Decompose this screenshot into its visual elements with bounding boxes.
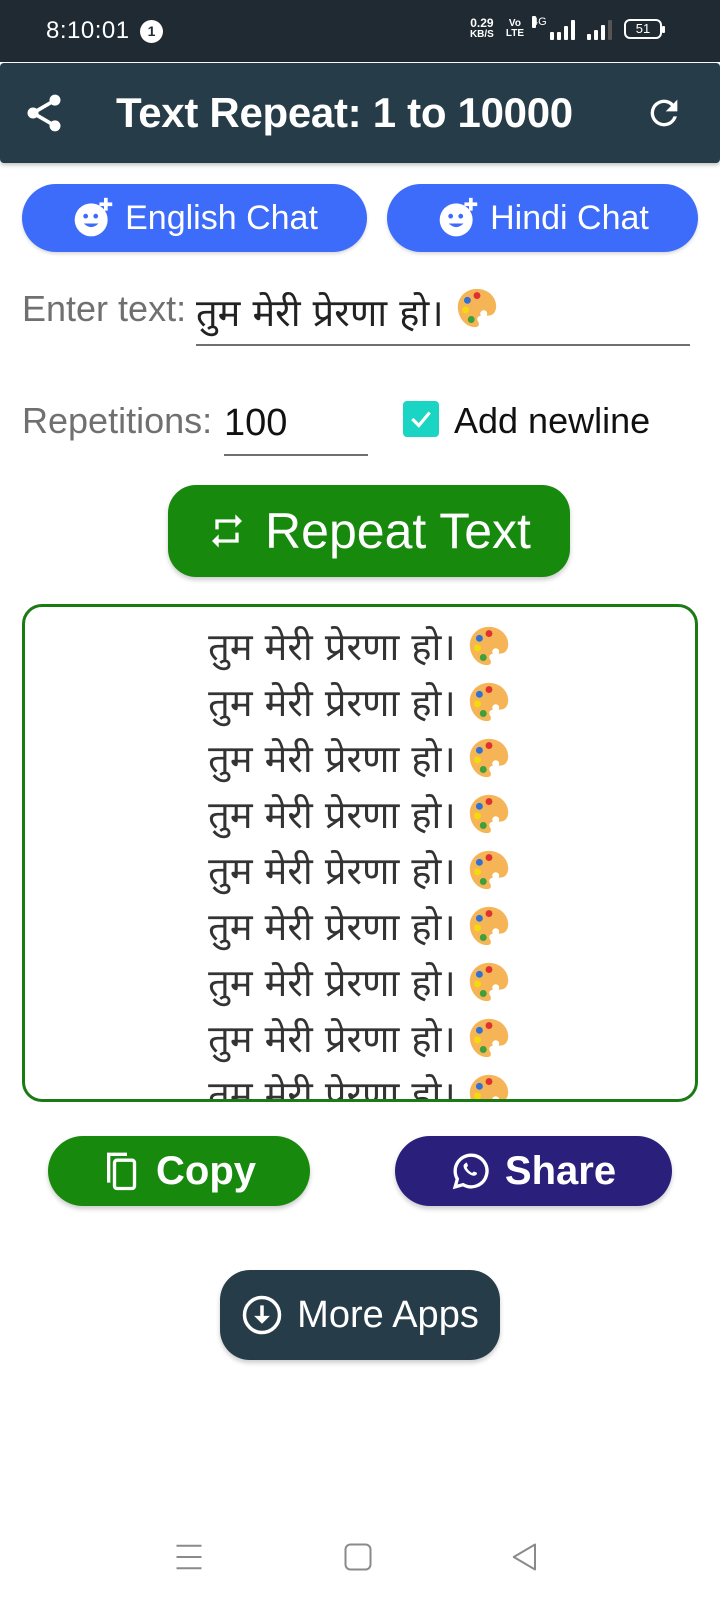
refresh-icon[interactable] <box>644 93 684 133</box>
battery-level: 51 <box>635 21 651 36</box>
output-line-text: तुम मेरी प्रेरणा हो। <box>208 1017 456 1061</box>
share-button[interactable]: Share <box>395 1136 672 1206</box>
output-text-area[interactable]: तुम मेरी प्रेरणा हो। तुम मेरी प्रेरणा हो।… <box>22 604 698 1102</box>
output-line-text: तुम मेरी प्रेरणा हो। <box>208 625 456 669</box>
status-icons: 0.29 KB/S Vo LTE 4G 51 <box>469 16 665 40</box>
repetitions-input[interactable] <box>224 392 368 456</box>
repeat-text-button[interactable]: Repeat Text <box>168 485 570 577</box>
output-line: तुम मेरी प्रेरणा हो। <box>25 731 695 787</box>
network-speed-unit: KB/S <box>469 29 494 40</box>
output-line: तुम मेरी प्रेरणा हो। <box>25 843 695 899</box>
artist-palette-emoji <box>469 738 508 777</box>
app-title: Text Repeat: 1 to 10000 <box>116 89 573 136</box>
enter-text-input[interactable]: तुम मेरी प्रेरणा हो। <box>196 280 690 346</box>
whatsapp-icon <box>452 1153 489 1190</box>
output-line: तुम मेरी प्रेरणा हो। <box>25 1067 695 1102</box>
artist-palette-emoji <box>469 1074 508 1099</box>
network-speed-value: 0.29 <box>470 16 494 30</box>
output-line: तुम मेरी प्रेरणा हो। <box>25 787 695 843</box>
artist-palette-emoji <box>469 962 508 1001</box>
repeat-icon <box>212 514 243 548</box>
artist-palette-emoji <box>469 850 508 889</box>
output-line-text: तुम मेरी प्रेरणा हो। <box>208 793 456 837</box>
output-lines: तुम मेरी प्रेरणा हो। तुम मेरी प्रेरणा हो।… <box>25 607 695 1102</box>
repetitions-label: Repetitions: <box>22 400 213 441</box>
copy-button[interactable]: Copy <box>48 1136 310 1206</box>
enter-text-label: Enter text: <box>22 288 187 329</box>
artist-palette-emoji <box>469 794 508 833</box>
output-line: तुम मेरी प्रेरणा हो। <box>25 899 695 955</box>
volte-icon: Vo LTE <box>506 19 524 39</box>
notification-badge: 1 <box>140 20 163 43</box>
output-line-text: तुम मेरी प्रेरणा हो। <box>208 737 456 781</box>
output-line: तुम मेरी प्रेरणा हो। <box>25 955 695 1011</box>
back-icon[interactable] <box>510 1542 540 1572</box>
english-chat-button[interactable]: English Chat <box>22 184 367 252</box>
artist-palette-emoji <box>457 288 496 328</box>
copy-icon <box>107 1152 137 1191</box>
network-speed: 0.29 KB/S <box>469 16 494 40</box>
status-bar: 8:10:01 1 0.29 KB/S Vo LTE 4G 51 <box>0 0 720 62</box>
output-line-text: तुम मेरी प्रेरणा हो। <box>208 681 456 725</box>
output-line-text: तुम मेरी प्रेरणा हो। <box>208 905 456 949</box>
status-time: 8:10:01 <box>46 17 130 44</box>
artist-palette-emoji <box>469 682 508 721</box>
more-apps-label: More Apps <box>297 1293 479 1336</box>
output-line: तुम मेरी प्रेरणा हो। <box>25 1011 695 1067</box>
english-chat-label: English Chat <box>125 198 318 237</box>
download-circle-icon <box>242 1295 282 1335</box>
copy-label: Copy <box>156 1148 256 1193</box>
hindi-chat-button[interactable]: Hindi Chat <box>387 184 698 252</box>
volte-bottom: LTE <box>505 28 524 39</box>
output-line-text: तुम मेरी प्रेरणा हो। <box>208 961 456 1005</box>
signal-4g-icon: 4G <box>532 16 575 40</box>
add-emoji-icon <box>74 197 113 237</box>
app-bar: Text Repeat: 1 to 10000 <box>0 63 720 163</box>
output-line: तुम मेरी प्रेरणा हो। <box>25 619 695 675</box>
output-line-text: तुम मेरी प्रेरणा हो। <box>208 849 456 893</box>
add-newline-label[interactable]: Add newline <box>454 400 650 442</box>
share-icon[interactable] <box>22 91 66 135</box>
artist-palette-emoji <box>469 906 508 945</box>
signal-sim2-icon <box>587 18 612 40</box>
add-newline-checkbox[interactable] <box>403 401 439 437</box>
add-emoji-icon <box>439 197 478 237</box>
artist-palette-emoji <box>469 1018 508 1057</box>
share-label: Share <box>504 1148 617 1193</box>
recent-apps-icon[interactable] <box>174 1542 204 1572</box>
enter-text-value: तुम मेरी प्रेरणा हो। <box>196 291 444 335</box>
checkmark-icon <box>411 411 431 428</box>
output-line-text: तुम मेरी प्रेरणा हो। <box>208 1073 456 1102</box>
system-nav-bar <box>0 1520 720 1600</box>
artist-palette-emoji <box>469 626 508 665</box>
more-apps-button[interactable]: More Apps <box>220 1270 500 1360</box>
hindi-chat-label: Hindi Chat <box>490 198 649 237</box>
network-type: 4G <box>532 16 547 28</box>
output-line: तुम मेरी प्रेरणा हो। <box>25 675 695 731</box>
home-icon[interactable] <box>343 1542 373 1572</box>
battery-icon: 51 <box>624 19 665 39</box>
repeat-text-label: Repeat Text <box>265 503 531 559</box>
